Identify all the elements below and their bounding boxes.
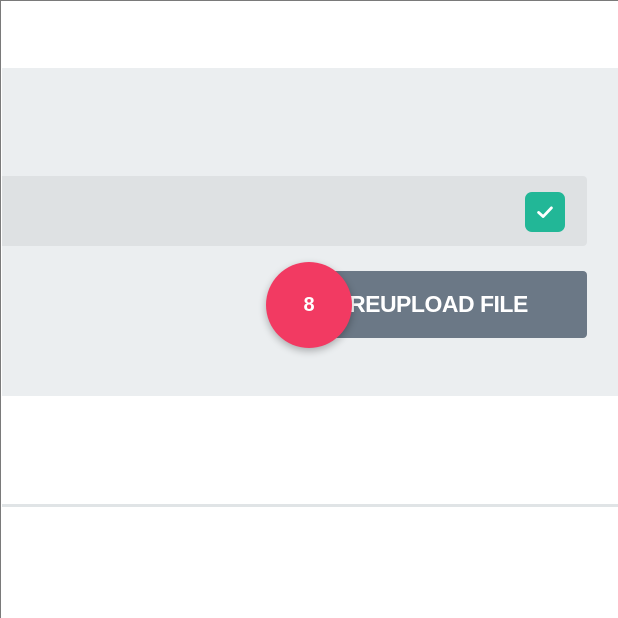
check-icon bbox=[537, 206, 553, 218]
uploaded-file-row bbox=[2, 176, 587, 246]
page-frame: REUPLOAD FILE 8 bbox=[0, 0, 618, 618]
step-number-badge: 8 bbox=[266, 262, 352, 348]
file-checkbox[interactable] bbox=[525, 192, 565, 232]
section-divider bbox=[2, 504, 618, 507]
